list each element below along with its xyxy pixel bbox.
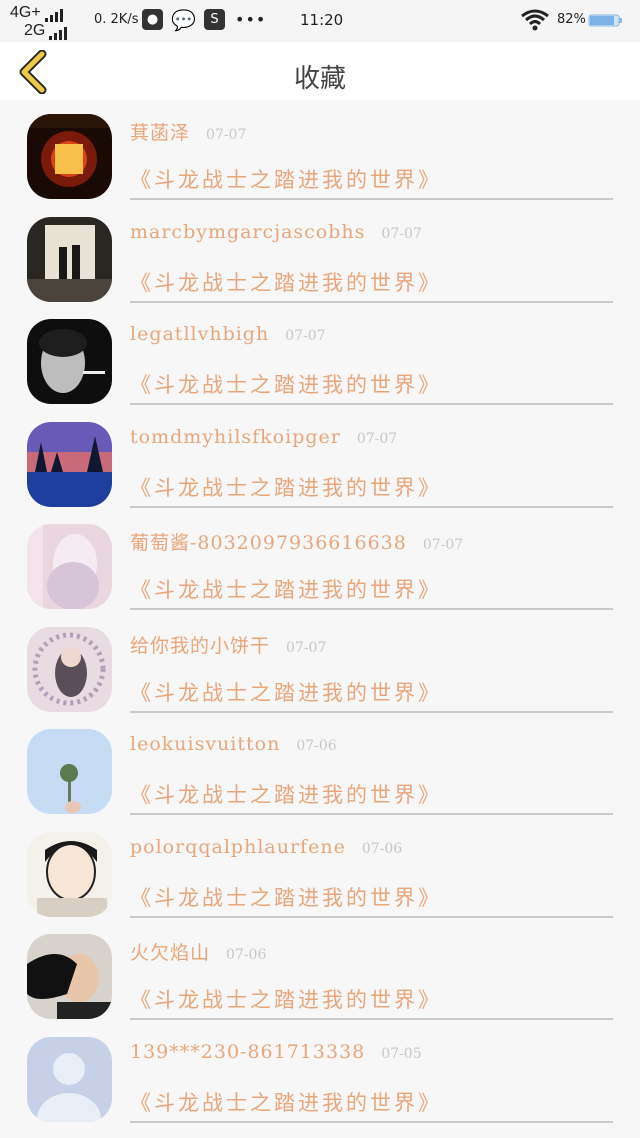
list-item-info: 139***230-861713338 07-05 《斗龙战士之踏进我的世界》: [130, 1041, 613, 1123]
avatar: [27, 114, 112, 199]
item-date: 07-07: [206, 127, 247, 143]
list-item[interactable]: leokuisvuitton 07-06 《斗龙战士之踏进我的世界》: [0, 715, 640, 818]
author-name: marcbymgarcjascobhs: [130, 220, 366, 243]
list-item[interactable]: polorqqalphlaurfene 07-06 《斗龙战士之踏进我的世界》: [0, 818, 640, 921]
author-name: tomdmyhilsfkoipger: [130, 425, 341, 448]
list-item[interactable]: 萁菡泽 07-07 《斗龙战士之踏进我的世界》: [0, 100, 640, 203]
author-name: 火欠焰山: [130, 942, 211, 964]
book-title: 《斗龙战士之踏进我的世界》: [130, 475, 442, 500]
network-indicator: 4G+ 2G: [10, 4, 68, 40]
author-name: leokuisvuitton: [130, 733, 281, 755]
avatar: [27, 1036, 112, 1122]
nav-bar: 收藏: [0, 42, 640, 100]
list-item-info: 萁菡泽 07-07 《斗龙战士之踏进我的世界》: [130, 118, 613, 200]
avatar: [27, 934, 112, 1019]
network-label-secondary: 2G: [24, 22, 46, 39]
list-item[interactable]: 139***230-861713338 07-05 《斗龙战士之踏进我的世界》: [0, 1023, 640, 1126]
avatar: [27, 729, 112, 814]
list-item[interactable]: 葡萄酱-8032097936616638 07-07 《斗龙战士之踏进我的世界》: [0, 510, 640, 613]
avatar: [27, 421, 112, 507]
item-date: 07-05: [381, 1045, 422, 1062]
list-item[interactable]: 给你我的小饼干 07-07 《斗龙战士之踏进我的世界》: [0, 613, 640, 716]
author-name: 葡萄酱-8032097936616638: [130, 532, 407, 554]
item-date: 07-06: [226, 947, 267, 963]
item-date: 07-06: [296, 738, 337, 754]
book-title: 《斗龙战士之踏进我的世界》: [130, 1090, 442, 1115]
avatar: [27, 319, 112, 404]
list-item-info: polorqqalphlaurfene 07-06 《斗龙战士之踏进我的世界》: [130, 836, 613, 918]
notification-icons: ● 💬 S •••: [142, 7, 267, 32]
list-item-info: marcbymgarcjascobhs 07-07 《斗龙战士之踏进我的世界》: [130, 221, 613, 303]
list-item-info: legatllvhbigh 07-07 《斗龙战士之踏进我的世界》: [130, 323, 613, 405]
page-title: 收藏: [293, 64, 346, 94]
book-title: 《斗龙战士之踏进我的世界》: [130, 988, 442, 1012]
book-title: 《斗龙战士之踏进我的世界》: [130, 885, 442, 910]
list-item-info: leokuisvuitton 07-06 《斗龙战士之踏进我的世界》: [130, 733, 613, 815]
list-item-info: 火欠焰山 07-06 《斗龙战士之踏进我的世界》: [130, 938, 613, 1020]
list-item[interactable]: legatllvhbigh 07-07 《斗龙战士之踏进我的世界》: [0, 305, 640, 408]
network-speed: 0. 2K/s: [94, 12, 139, 27]
battery-percent: 82%: [557, 12, 586, 27]
list-item-info: tomdmyhilsfkoipger 07-07 《斗龙战士之踏进我的世界》: [130, 426, 613, 508]
author-name: 给你我的小饼干: [130, 634, 271, 657]
avatar: [27, 626, 112, 712]
item-date: 07-07: [356, 430, 398, 447]
book-title: 《斗龙战士之踏进我的世界》: [130, 578, 442, 602]
clock: 11:20: [300, 11, 344, 29]
avatar: [27, 831, 112, 917]
book-title: 《斗龙战士之踏进我的世界》: [130, 680, 442, 705]
s-app-icon: S: [204, 9, 225, 30]
favorites-list: 萁菡泽 07-07 《斗龙战士之踏进我的世界》 marcbymgarcjasco…: [0, 100, 640, 1125]
avatar: [27, 524, 112, 609]
list-item[interactable]: tomdmyhilsfkoipger 07-07 《斗龙战士之踏进我的世界》: [0, 408, 640, 511]
item-date: 07-07: [422, 537, 464, 553]
signal-bars-icon: [44, 9, 63, 22]
wechat-icon: 💬: [171, 7, 196, 32]
qq-icon: ●: [142, 9, 163, 30]
book-title: 《斗龙战士之踏进我的世界》: [130, 270, 442, 295]
author-name: 139***230-861713338: [130, 1040, 366, 1063]
list-item[interactable]: marcbymgarcjascobhs 07-07 《斗龙战士之踏进我的世界》: [0, 203, 640, 306]
list-item[interactable]: 火欠焰山 07-06 《斗龙战士之踏进我的世界》: [0, 920, 640, 1023]
wifi-icon: [521, 9, 549, 31]
book-title: 《斗龙战士之踏进我的世界》: [130, 168, 442, 192]
more-notifications-icon: •••: [235, 10, 267, 29]
book-title: 《斗龙战士之踏进我的世界》: [130, 783, 442, 807]
author-name: 萁菡泽: [130, 122, 191, 144]
author-name: legatllvhbigh: [130, 323, 270, 345]
item-date: 07-07: [286, 639, 327, 656]
signal-bars-icon: [49, 27, 68, 40]
battery-icon: [588, 14, 622, 27]
list-item-info: 葡萄酱-8032097936616638 07-07 《斗龙战士之踏进我的世界》: [130, 528, 613, 610]
status-bar: 4G+ 2G 0. 2K/s ● 💬 S ••• 11:20 82%: [0, 0, 640, 42]
book-title: 《斗龙战士之踏进我的世界》: [130, 373, 442, 397]
author-name: polorqqalphlaurfene: [130, 835, 346, 858]
item-date: 07-06: [361, 840, 403, 857]
list-item-info: 给你我的小饼干 07-07 《斗龙战士之踏进我的世界》: [130, 631, 613, 713]
network-label-primary: 4G+: [10, 4, 41, 21]
item-date: 07-07: [285, 328, 326, 344]
item-date: 07-07: [381, 225, 422, 242]
avatar: [27, 216, 112, 302]
